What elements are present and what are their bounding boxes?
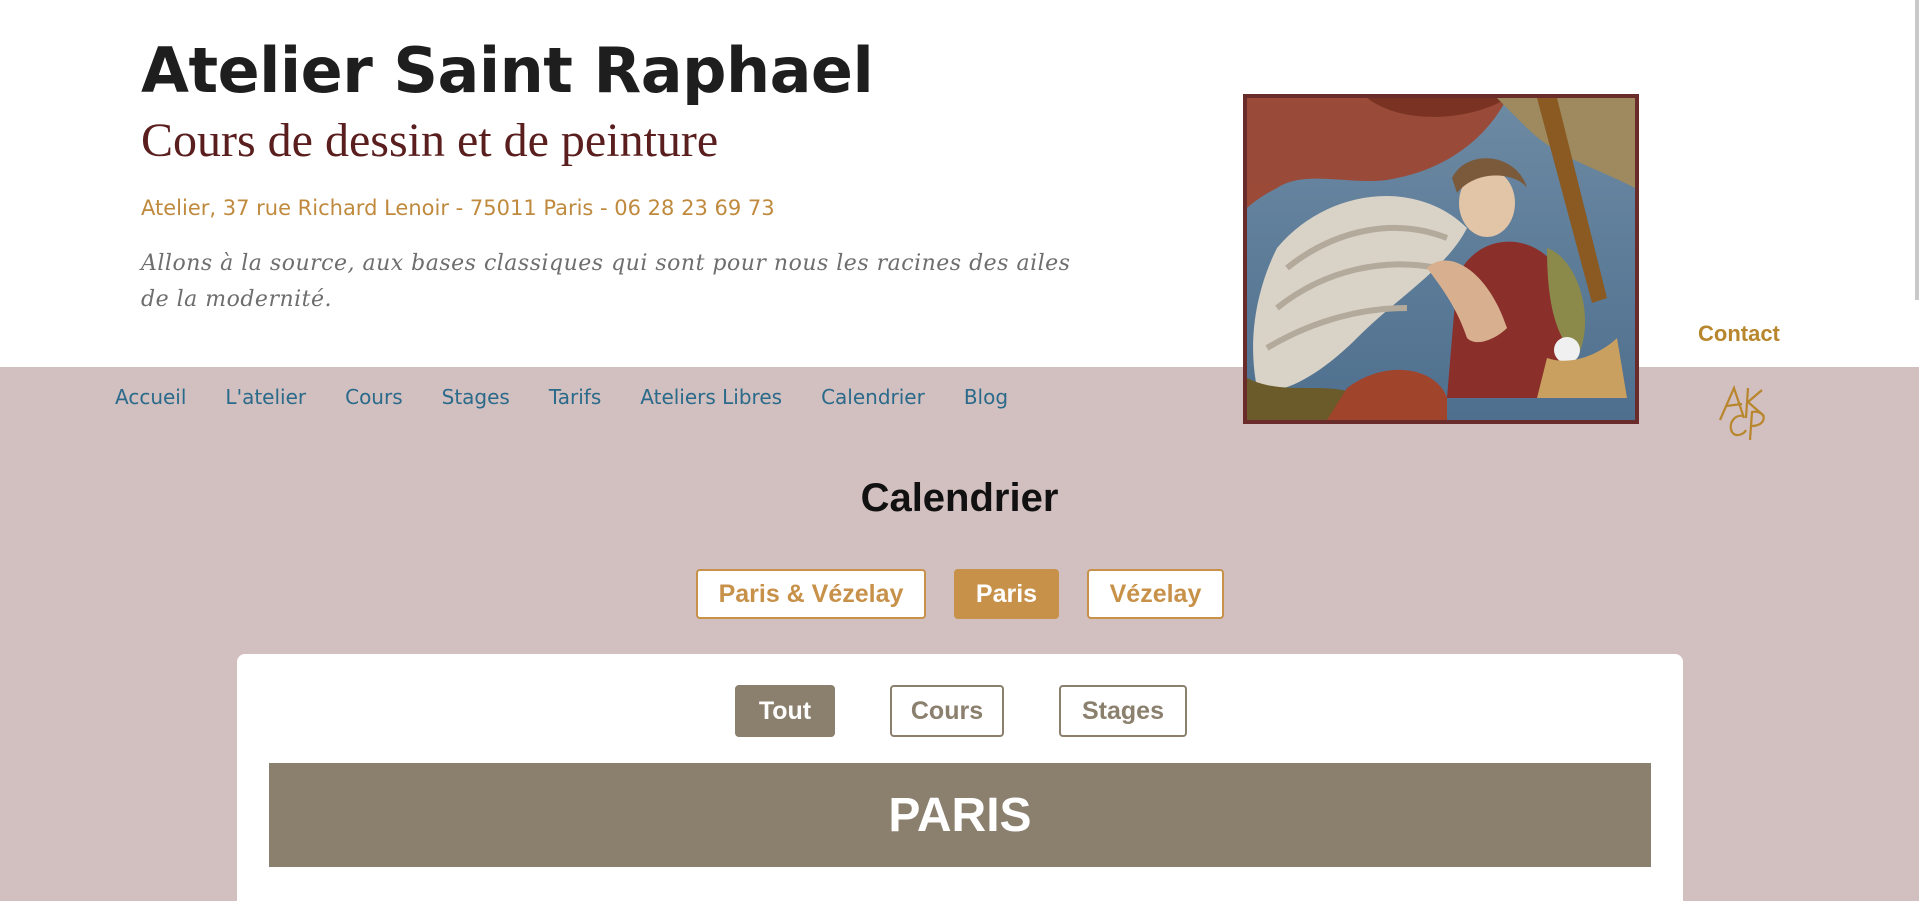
filter-tout[interactable]: Tout bbox=[735, 685, 835, 737]
nav-item-stages[interactable]: Stages bbox=[442, 385, 510, 409]
site-subtitle: Cours de dessin et de peinture bbox=[141, 114, 719, 167]
contact-link[interactable]: Contact bbox=[1698, 321, 1780, 347]
nav-item-ateliers-libres[interactable]: Ateliers Libres bbox=[640, 385, 782, 409]
nav-item-calendrier[interactable]: Calendrier bbox=[821, 385, 925, 409]
section-header-paris: PARIS bbox=[269, 763, 1651, 867]
nav-item-accueil[interactable]: Accueil bbox=[115, 385, 186, 409]
monogram-logo[interactable] bbox=[1714, 382, 1772, 442]
site-quote: Allons à la source, aux bases classiques… bbox=[141, 251, 1071, 312]
nav-item-blog[interactable]: Blog bbox=[964, 385, 1008, 409]
main-nav: Accueil L'atelier Cours Stages Tarifs At… bbox=[115, 385, 1047, 409]
calendar-panel: Tout Cours Stages PARIS bbox=[237, 654, 1683, 914]
page-scrollbar[interactable] bbox=[1915, 0, 1919, 300]
tab-vezelay[interactable]: Vézelay bbox=[1087, 569, 1224, 619]
nav-item-tarifs[interactable]: Tarifs bbox=[549, 385, 601, 409]
tab-paris[interactable]: Paris bbox=[954, 569, 1059, 619]
section-title: PARIS bbox=[888, 788, 1032, 842]
tab-paris-vezelay[interactable]: Paris & Vézelay bbox=[696, 569, 926, 619]
filter-stages[interactable]: Stages bbox=[1059, 685, 1187, 737]
page-title: Calendrier bbox=[860, 476, 1059, 520]
nav-item-atelier[interactable]: L'atelier bbox=[225, 385, 306, 409]
studio-address: Atelier, 37 rue Richard Lenoir - 75011 P… bbox=[141, 196, 775, 220]
angel-painting-image bbox=[1247, 98, 1635, 420]
filter-cours[interactable]: Cours bbox=[890, 685, 1004, 737]
nav-item-cours[interactable]: Cours bbox=[345, 385, 403, 409]
site-title[interactable]: Atelier Saint Raphael bbox=[141, 34, 874, 107]
angel-painting bbox=[1243, 94, 1639, 424]
